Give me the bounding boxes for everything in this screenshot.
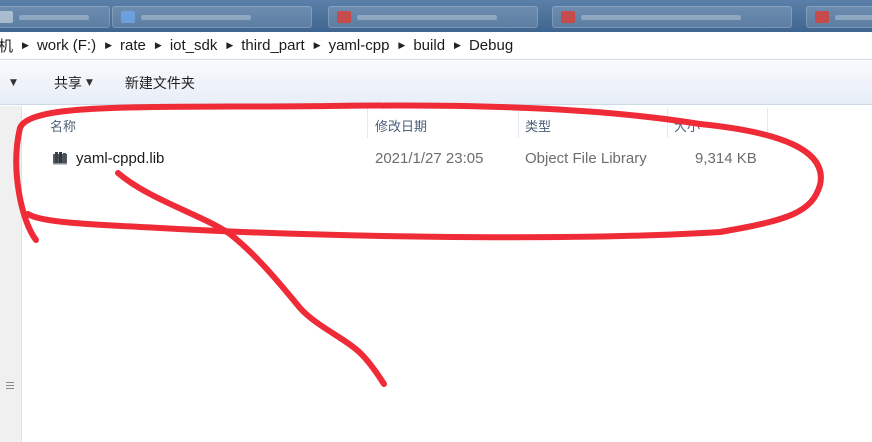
column-divider[interactable]	[367, 108, 368, 138]
breadcrumb-arrow-icon[interactable]: ▶	[105, 40, 112, 51]
breadcrumb-item-yaml-cpp[interactable]: ▶ yaml-cpp	[305, 37, 390, 54]
taskbar-tab[interactable]	[806, 6, 872, 28]
taskbar-tab[interactable]	[112, 6, 312, 28]
column-header-type[interactable]: 类型	[525, 116, 551, 136]
breadcrumb-label: yaml-cpp	[328, 37, 390, 54]
breadcrumb-label: rate	[120, 37, 146, 54]
breadcrumb-arrow-icon[interactable]: ▶	[155, 40, 162, 51]
file-list-pane: 名称 修改日期 类型 大小 yaml-cppd.lib 2021/1/27 23…	[0, 106, 872, 442]
breadcrumb-item-drive[interactable]: ▶ work (F:)	[13, 37, 96, 54]
breadcrumb-arrow-icon[interactable]: ▶	[398, 40, 405, 51]
new-folder-label: 新建文件夹	[124, 75, 195, 92]
breadcrumb-arrow-icon[interactable]: ▶	[22, 40, 29, 51]
command-toolbar: ▼ 共享 ▼ 新建文件夹	[0, 61, 872, 105]
file-date-modified: 2021/1/27 23:05	[375, 150, 484, 167]
column-header-name[interactable]: 名称	[50, 116, 76, 136]
library-file-icon	[53, 152, 67, 165]
breadcrumb-arrow-icon[interactable]: ▶	[454, 40, 461, 51]
file-type: Object File Library	[525, 150, 647, 167]
new-folder-button[interactable]: 新建文件夹	[119, 61, 201, 104]
app-icon	[337, 11, 351, 23]
breadcrumb-label: third_part	[241, 37, 305, 54]
breadcrumb-label: Debug	[468, 37, 514, 54]
chevron-down-icon: ▼	[86, 77, 93, 88]
breadcrumb-item-rate[interactable]: ▶ rate	[96, 37, 146, 54]
navigation-pane-scrollbar[interactable]	[0, 106, 22, 442]
app-icon	[561, 11, 575, 23]
scrollbar-grip-icon[interactable]	[6, 382, 14, 392]
app-icon	[121, 11, 135, 23]
breadcrumb-item-computer[interactable]: 机	[0, 35, 13, 56]
breadcrumb-item-build[interactable]: ▶ build	[389, 37, 445, 54]
organize-menu-button[interactable]: ▼	[0, 61, 28, 104]
taskbar-tab[interactable]	[552, 6, 792, 28]
breadcrumb-arrow-icon[interactable]: ▶	[314, 40, 321, 51]
breadcrumb-item-third-part[interactable]: ▶ third_part	[217, 37, 304, 54]
column-divider[interactable]	[518, 108, 519, 138]
breadcrumb-arrow-icon[interactable]: ▶	[226, 40, 233, 51]
app-icon	[0, 11, 13, 23]
breadcrumb-label: build	[413, 37, 446, 54]
taskbar-tab[interactable]	[328, 6, 538, 28]
app-icon	[815, 11, 829, 23]
column-divider[interactable]	[767, 108, 768, 138]
breadcrumb-item-iot-sdk[interactable]: ▶ iot_sdk	[146, 37, 217, 54]
column-headers: 名称 修改日期 类型 大小	[22, 106, 872, 140]
breadcrumb-label: work (F:)	[36, 37, 97, 54]
breadcrumb-item-debug[interactable]: ▶ Debug	[445, 37, 513, 54]
taskbar-tab[interactable]	[0, 6, 110, 28]
column-divider[interactable]	[667, 108, 668, 138]
taskbar-strip	[0, 0, 872, 32]
breadcrumb-label: iot_sdk	[169, 37, 218, 54]
table-row[interactable]: yaml-cppd.lib 2021/1/27 23:05 Object Fil…	[22, 144, 792, 172]
breadcrumb-label: 机	[0, 35, 13, 56]
share-menu-button[interactable]: 共享 ▼	[48, 61, 99, 104]
breadcrumb[interactable]: 机 ▶ work (F:) ▶ rate ▶ iot_sdk ▶ third_p…	[0, 32, 872, 60]
file-name[interactable]: yaml-cppd.lib	[76, 150, 164, 167]
column-header-date-modified[interactable]: 修改日期	[375, 116, 427, 136]
chevron-down-icon: ▼	[10, 77, 17, 88]
file-size: 9,314 KB	[695, 150, 757, 167]
column-header-size[interactable]: 大小	[674, 116, 700, 136]
share-label: 共享	[54, 75, 82, 92]
